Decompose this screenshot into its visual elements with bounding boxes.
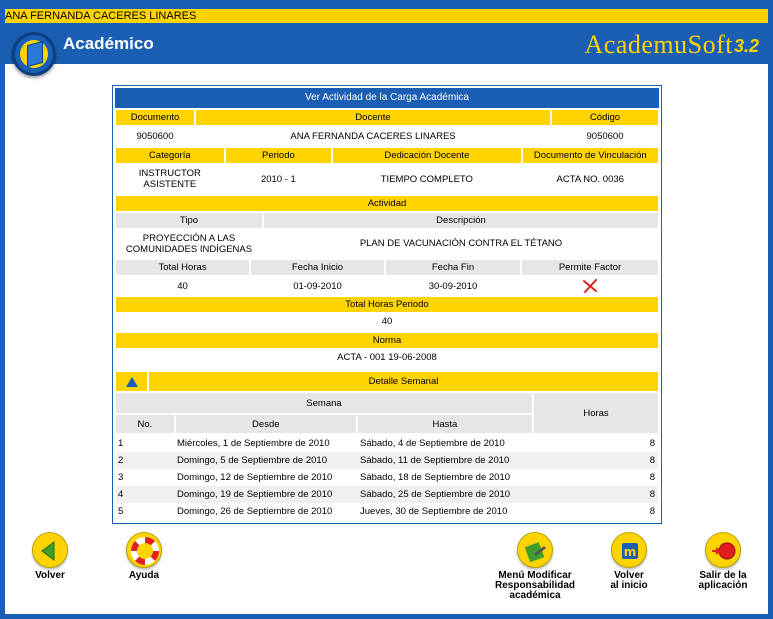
week-hasta: Sábado, 18 de Septiembre de 2010 bbox=[360, 472, 511, 483]
ayuda-label: Ayuda bbox=[128, 570, 160, 581]
inicio-label-2: al inicio bbox=[610, 580, 648, 591]
week-subheader-row: No. Desde Hasta bbox=[116, 415, 532, 433]
brand-version: 3.2 bbox=[733, 36, 759, 56]
docente-header-row: Documento Docente Código bbox=[116, 110, 658, 125]
norma-value: ACTA - 001 19-06-2008 bbox=[337, 352, 437, 363]
week-horas: 8 bbox=[649, 489, 655, 500]
td-codigo: 9050600 bbox=[552, 127, 658, 145]
week-horas: 8 bbox=[649, 455, 655, 466]
activity-card: Ver Actividad de la Carga Académica Docu… bbox=[112, 85, 662, 524]
week-no: 4 bbox=[118, 489, 124, 500]
td-categoria: INSTRUCTOR ASISTENTE bbox=[116, 165, 224, 193]
back-arrow-icon[interactable] bbox=[32, 532, 68, 568]
salir-button[interactable]: Salir de la aplicación bbox=[694, 532, 752, 591]
actividad-value-row: PROYECCIÓN A LAS COMUNIDADES INDÍGENAS PL… bbox=[116, 230, 658, 257]
th-desde: Desde bbox=[175, 415, 356, 433]
th-horas: Horas bbox=[534, 393, 658, 433]
th-vinculacion: Documento de Vinculación bbox=[522, 148, 658, 163]
horas-value-row: 40 01-09-2010 30-09-2010 bbox=[116, 277, 658, 295]
total-horas-periodo-value: 40 bbox=[381, 316, 393, 327]
ayuda-button[interactable]: Ayuda bbox=[118, 532, 170, 581]
td-descripcion: PLAN DE VACUNACIÓN CONTRA EL TÉTANO bbox=[264, 230, 658, 257]
table-row: 5 Domingo, 26 de Septiembre de 2010 Juev… bbox=[116, 503, 658, 520]
td-periodo: 2010 - 1 bbox=[225, 165, 332, 193]
th-dedicacion: Dedicación Docente bbox=[333, 148, 521, 163]
week-desde: Miércoles, 1 de Septiembre de 2010 bbox=[177, 438, 330, 449]
td-tipo: PROYECCIÓN A LAS COMUNIDADES INDÍGENAS bbox=[116, 230, 262, 257]
logo-icon bbox=[12, 32, 56, 76]
horas-header-row: Total Horas Fecha Inicio Fecha Fin Permi… bbox=[116, 260, 658, 275]
docente-value-row: 9050600 ANA FERNANDA CACERES LINARES 905… bbox=[116, 127, 658, 145]
cross-icon bbox=[583, 279, 597, 293]
th-no: No. bbox=[116, 415, 174, 433]
week-no: 5 bbox=[118, 506, 124, 517]
td-fecha-fin: 30-09-2010 bbox=[386, 277, 520, 295]
th-documento: Documento bbox=[116, 110, 194, 125]
week-no: 3 bbox=[118, 472, 124, 483]
detalle-semanal-bar: Detalle Semanal bbox=[116, 372, 658, 391]
td-permite-factor bbox=[522, 277, 658, 295]
td-total-horas: 40 bbox=[116, 277, 249, 295]
categoria-value-row: INSTRUCTOR ASISTENTE 2010 - 1 TIEMPO COMP… bbox=[116, 165, 658, 193]
collapse-up-icon[interactable] bbox=[125, 376, 138, 387]
module-title: Académico bbox=[63, 34, 154, 53]
week-hasta: Sábado, 11 de Septiembre de 2010 bbox=[360, 455, 510, 466]
week-horas: 8 bbox=[649, 438, 655, 449]
week-hasta: Jueves, 30 de Septiembre de 2010 bbox=[360, 506, 508, 517]
th-fecha-fin: Fecha Fin bbox=[386, 260, 520, 275]
week-hasta: Sábado, 4 de Septiembre de 2010 bbox=[360, 438, 505, 449]
volver-inicio-button[interactable]: m Volver al inicio bbox=[603, 532, 655, 591]
week-desde: Domingo, 19 de Septiembre de 2010 bbox=[177, 489, 333, 500]
card-title: Ver Actividad de la Carga Académica bbox=[115, 88, 659, 108]
home-icon[interactable]: m bbox=[611, 532, 647, 568]
th-semana: Semana bbox=[116, 393, 532, 413]
total-horas-periodo-header: Total Horas Periodo bbox=[116, 297, 658, 312]
week-desde: Domingo, 12 de Septiembre de 2010 bbox=[177, 472, 333, 483]
week-desde: Domingo, 26 de Septiembre de 2010 bbox=[177, 506, 333, 517]
collapse-button[interactable] bbox=[116, 372, 147, 391]
th-total-horas: Total Horas bbox=[116, 260, 249, 275]
td-fecha-inicio: 01-09-2010 bbox=[251, 277, 384, 295]
th-hasta: Hasta bbox=[357, 415, 532, 433]
td-docente: ANA FERNANDA CACERES LINARES bbox=[196, 127, 550, 145]
week-horas: 8 bbox=[649, 472, 655, 483]
week-no: 1 bbox=[118, 438, 124, 449]
week-desde: Domingo, 5 de Septiembre de 2010 bbox=[177, 455, 327, 466]
user-name: ANA FERNANDA CACERES LINARES bbox=[5, 10, 197, 22]
menu-modificar-button[interactable]: Menú Modificar Responsabilidad académica bbox=[492, 532, 578, 601]
menu-label-3: académica bbox=[509, 590, 561, 601]
detalle-semanal-title: Detalle Semanal bbox=[149, 372, 658, 391]
th-categoria: Categoría bbox=[116, 148, 224, 163]
exit-icon[interactable] bbox=[705, 532, 741, 568]
volver-label: Volver bbox=[35, 570, 65, 581]
th-docente: Docente bbox=[196, 110, 550, 125]
edit-menu-icon[interactable] bbox=[517, 532, 553, 568]
week-hasta: Sábado, 25 de Septiembre de 2010 bbox=[360, 489, 511, 500]
user-name-bar: ANA FERNANDA CACERES LINARES bbox=[5, 9, 768, 23]
volver-button[interactable]: Volver bbox=[24, 532, 76, 581]
actividad-header-row: Tipo Descripción bbox=[116, 213, 658, 228]
table-row: 3 Domingo, 12 de Septiembre de 2010 Sába… bbox=[116, 469, 658, 486]
norma-header: Norma bbox=[116, 333, 658, 348]
th-fecha-inicio: Fecha Inicio bbox=[251, 260, 384, 275]
salir-label-2: aplicación bbox=[698, 580, 748, 591]
lifebuoy-icon[interactable] bbox=[126, 532, 162, 568]
table-row: 4 Domingo, 19 de Septiembre de 2010 Sába… bbox=[116, 486, 658, 503]
td-dedicacion: TIEMPO COMPLETO bbox=[333, 165, 521, 193]
svg-text:m: m bbox=[624, 545, 637, 559]
th-descripcion: Descripción bbox=[264, 213, 658, 228]
th-periodo: Periodo bbox=[225, 148, 332, 163]
td-documento: 9050600 bbox=[116, 127, 194, 145]
week-no: 2 bbox=[118, 455, 124, 466]
categoria-header-row: Categoría Periodo Dedicación Docente Doc… bbox=[116, 148, 658, 163]
th-permite-factor: Permite Factor bbox=[522, 260, 658, 275]
table-row: 1 Miércoles, 1 de Septiembre de 2010 Sáb… bbox=[116, 435, 658, 452]
brand-name: AcademuSoft bbox=[584, 30, 733, 59]
actividad-section-header: Actividad bbox=[116, 196, 658, 211]
td-vinculacion: ACTA NO. 0036 bbox=[522, 165, 658, 193]
th-tipo: Tipo bbox=[116, 213, 262, 228]
week-horas: 8 bbox=[649, 506, 655, 517]
th-codigo: Código bbox=[552, 110, 658, 125]
table-row: 2 Domingo, 5 de Septiembre de 2010 Sábad… bbox=[116, 452, 658, 469]
